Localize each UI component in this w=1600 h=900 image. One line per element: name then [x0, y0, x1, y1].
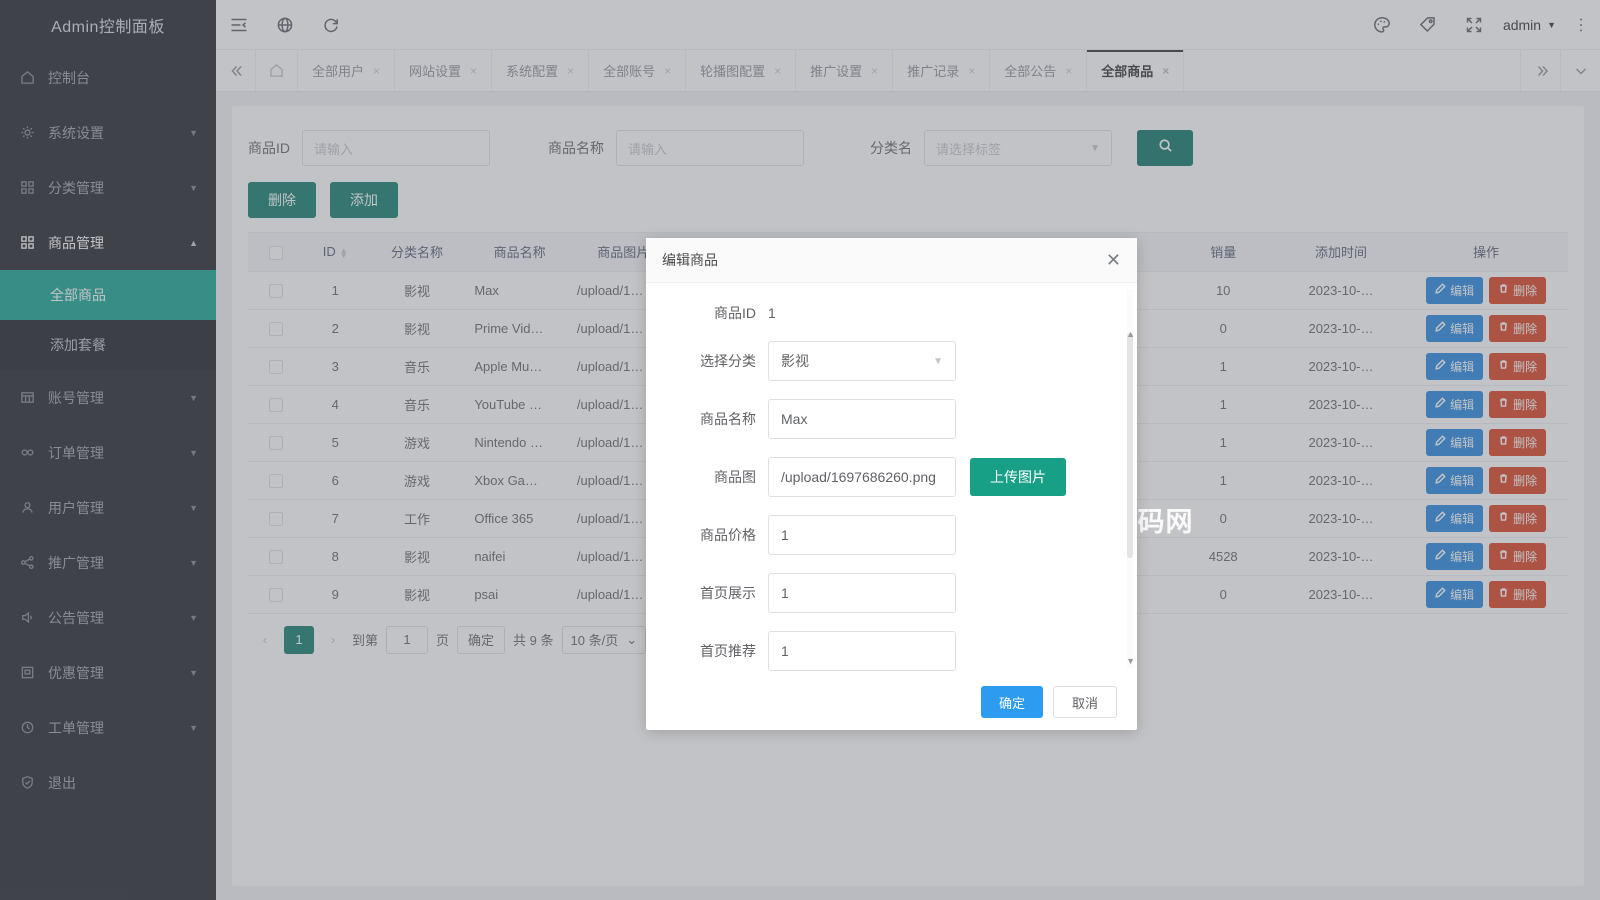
- form-label: 商品图: [646, 467, 768, 487]
- dialog-title: 编辑商品: [662, 250, 718, 270]
- dialog-cancel-button[interactable]: 取消: [1053, 686, 1117, 718]
- form-label: 商品价格: [646, 525, 768, 545]
- scroll-down-icon[interactable]: ▼: [1126, 656, 1135, 666]
- dialog-header: 编辑商品 ✕: [646, 238, 1137, 283]
- form-row: 首页推荐1: [646, 631, 1137, 671]
- dialog-scrollbar-thumb[interactable]: [1127, 333, 1133, 558]
- upload-image-button[interactable]: 上传图片: [970, 458, 1066, 496]
- chevron-down-icon: ▼: [933, 356, 943, 367]
- form-row: 商品价格1: [646, 515, 1137, 555]
- text-field[interactable]: Max: [768, 399, 956, 439]
- text-field[interactable]: 1: [768, 573, 956, 613]
- dialog-confirm-button[interactable]: 确定: [981, 686, 1043, 718]
- product-id-value: 1: [768, 305, 776, 321]
- product-image-field[interactable]: /upload/1697686260.png: [768, 457, 956, 497]
- text-field[interactable]: 1: [768, 515, 956, 555]
- form-label: 选择分类: [646, 351, 768, 371]
- form-row: 选择分类影视 ▼: [646, 341, 1137, 381]
- category-select-value: 影视: [781, 351, 809, 371]
- form-row: 商品ID1: [646, 303, 1137, 323]
- form-row: 商品名称Max: [646, 399, 1137, 439]
- form-label: 首页展示: [646, 583, 768, 603]
- form-label: 首页推荐: [646, 641, 768, 661]
- form-label: 商品ID: [646, 303, 768, 323]
- app-root: Admin控制面板 控制台 系统设置 ▼ 分类管理 ▼ 商品管理 ▲ 全部商品 …: [0, 0, 1600, 900]
- dialog-fields: 商品ID1选择分类影视▼商品名称Max商品图/upload/1697686260…: [646, 303, 1137, 671]
- category-select-field[interactable]: 影视 ▼: [768, 341, 956, 381]
- dialog-body: 商品ID1选择分类影视▼商品名称Max商品图/upload/1697686260…: [646, 283, 1137, 674]
- close-icon[interactable]: ✕: [1106, 251, 1121, 269]
- text-field[interactable]: 1: [768, 631, 956, 671]
- form-label: 商品名称: [646, 409, 768, 429]
- form-row: 首页展示1: [646, 573, 1137, 613]
- dialog-footer: 确定 取消: [646, 674, 1137, 730]
- edit-product-dialog: 编辑商品 ✕ 商品ID1选择分类影视▼商品名称Max商品图/upload/169…: [646, 238, 1137, 730]
- scroll-up-icon[interactable]: ▲: [1126, 329, 1135, 339]
- form-row: 商品图/upload/1697686260.png 上传图片: [646, 457, 1137, 497]
